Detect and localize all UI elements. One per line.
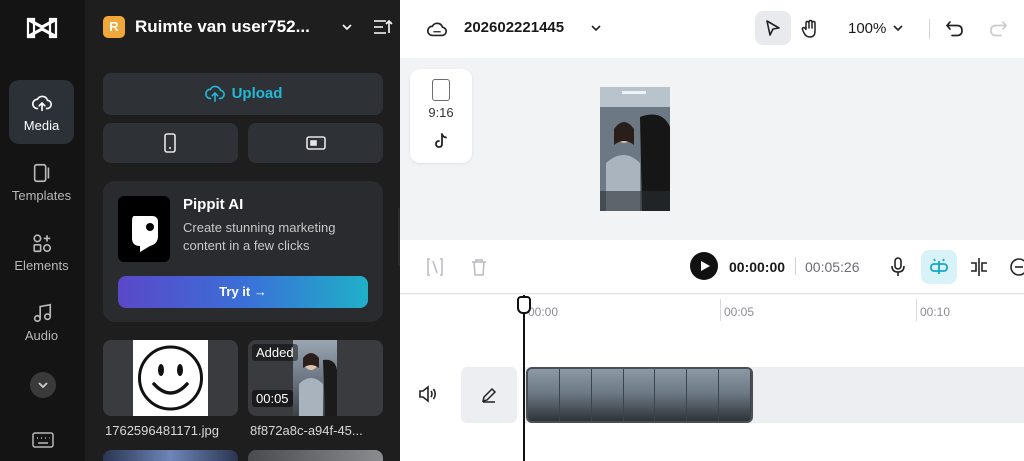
rail-item-label: Audio: [24, 328, 59, 343]
clip-frame: [655, 369, 688, 421]
rail-item-elements[interactable]: Elements: [9, 220, 74, 284]
media-filename: 8f872a8c-a94f-45...: [250, 423, 363, 438]
rail-item-media[interactable]: Media: [9, 80, 74, 144]
magnet-link-icon: [930, 258, 948, 274]
keyboard-shortcuts-icon[interactable]: [32, 431, 54, 449]
phone-icon: [164, 133, 176, 153]
elements-icon: [32, 234, 51, 253]
preview-canvas: 9:16: [400, 58, 1024, 240]
upload-button[interactable]: Upload: [103, 73, 383, 115]
media-panel: R Ruimte van user752... Upload Pippit AI…: [85, 0, 400, 461]
upload-from-phone-button[interactable]: [103, 123, 238, 163]
redo-icon[interactable]: [988, 19, 1008, 39]
cloud-upload-icon: [204, 85, 225, 102]
timeline[interactable]: 00:00 00:05 00:10: [400, 295, 1024, 461]
editor-topbar: 202602221445 100%: [400, 0, 1024, 58]
ruler-tick: [720, 299, 721, 321]
media-item[interactable]: [103, 450, 238, 461]
promo-title: Pippit AI: [183, 196, 244, 213]
edit-cover-button[interactable]: [461, 367, 517, 423]
chevron-down-icon[interactable]: [892, 22, 904, 34]
aspect-ratio-selector[interactable]: 9:16: [410, 69, 472, 163]
speaker-icon[interactable]: [418, 385, 438, 403]
ruler-tick: [916, 299, 917, 321]
smiley-image: [138, 345, 203, 411]
split-clip-icon[interactable]: [427, 258, 443, 276]
left-rail: Media Templates Elements Audio: [0, 0, 85, 461]
current-time: 00:00:00: [729, 259, 786, 275]
media-item[interactable]: [103, 340, 238, 416]
music-note-icon: [33, 303, 51, 323]
try-it-button[interactable]: Try it →: [118, 276, 368, 308]
video-clip[interactable]: [526, 367, 753, 423]
select-tool-button[interactable]: [755, 11, 791, 45]
rail-item-label: Media: [23, 118, 60, 133]
workspace-name: Ruimte van user752...: [135, 17, 310, 36]
playhead-handle[interactable]: [517, 296, 531, 314]
auto-snap-toggle[interactable]: [921, 250, 957, 284]
cloud-upload-icon: [31, 95, 52, 112]
more-tools-button[interactable]: [30, 372, 56, 398]
rail-item-templates[interactable]: Templates: [9, 150, 74, 214]
record-screen-button[interactable]: [248, 123, 383, 163]
upload-label: Upload: [231, 85, 283, 102]
pippit-logo: [118, 196, 170, 262]
media-thumbnail: [293, 340, 337, 416]
clip-frame: [623, 369, 656, 421]
ruler-label: 00:00: [528, 305, 559, 319]
aspect-ratio-label: 9:16: [428, 105, 454, 120]
split-vertical-icon[interactable]: [969, 257, 989, 277]
rail-item-label: Elements: [14, 258, 69, 273]
clip-frame: [687, 369, 720, 421]
clip-frame: [559, 369, 592, 421]
added-badge: Added: [252, 344, 298, 361]
tiktok-icon: [435, 133, 447, 148]
zoom-out-icon[interactable]: [1009, 257, 1024, 277]
microphone-icon[interactable]: [889, 257, 907, 277]
workspace-selector[interactable]: R Ruimte van user752...: [103, 14, 393, 42]
cloud-icon[interactable]: [426, 19, 448, 39]
media-thumbnail: [133, 340, 208, 416]
sort-icon[interactable]: [373, 18, 393, 36]
video-editor-app: Media Templates Elements Audio R Ruimte …: [0, 0, 1024, 461]
total-duration: 00:05:26: [805, 259, 860, 275]
phone-frame-icon: [432, 79, 450, 101]
video-preview-frame[interactable]: [600, 87, 670, 211]
chevron-down-icon: [38, 382, 48, 389]
templates-icon: [33, 163, 49, 183]
media-item[interactable]: Added 00:05: [248, 340, 383, 416]
clip-frame: [591, 369, 624, 421]
capcut-logo[interactable]: [26, 14, 58, 42]
cursor-icon: [766, 20, 780, 36]
clip-frame: [528, 369, 560, 421]
time-divider: [795, 257, 796, 275]
project-name[interactable]: 202602221445: [464, 19, 564, 36]
playback-controls: 00:00:00 00:05:26: [400, 240, 1024, 294]
duration-badge: 00:05: [252, 390, 293, 407]
playhead-line[interactable]: [523, 295, 525, 461]
trash-icon[interactable]: [470, 258, 488, 276]
undo-icon[interactable]: [945, 19, 965, 39]
play-icon: [701, 261, 710, 271]
workspace-avatar: R: [103, 16, 125, 38]
zoom-level[interactable]: 100%: [848, 20, 886, 37]
chevron-down-icon[interactable]: [590, 22, 602, 34]
toolbar-divider: [929, 19, 930, 39]
rail-item-label: Templates: [11, 188, 72, 203]
hand-icon[interactable]: [800, 19, 820, 39]
screen-record-icon: [306, 136, 326, 150]
promo-description: Create stunning marketing content in a f…: [183, 220, 336, 253]
rail-item-audio[interactable]: Audio: [9, 290, 74, 354]
clip-frame: [719, 369, 751, 421]
ruler-label: 00:05: [724, 305, 755, 319]
pippit-ai-promo: Pippit AI Create stunning marketing cont…: [103, 181, 383, 322]
chevron-down-icon: [342, 24, 352, 31]
media-filename: 1762596481171.jpg: [105, 423, 219, 438]
media-item[interactable]: [248, 450, 383, 461]
ruler-label: 00:10: [920, 305, 951, 319]
play-button[interactable]: [690, 252, 718, 280]
pencil-icon: [481, 387, 497, 403]
